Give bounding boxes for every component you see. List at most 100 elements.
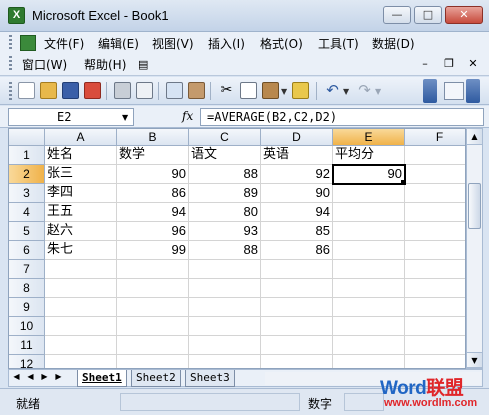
row-header-1[interactable]: 1: [9, 146, 45, 165]
print-preview-icon[interactable]: [136, 82, 153, 99]
column-header-e[interactable]: E: [333, 129, 405, 146]
cell-d2[interactable]: 92: [261, 165, 333, 184]
first-sheet-icon[interactable]: ◀: [12, 372, 21, 381]
cell-c2[interactable]: 88: [189, 165, 261, 184]
cell-a1[interactable]: 姓名: [45, 146, 117, 165]
cell-a7[interactable]: [45, 260, 117, 279]
doc-restore-button[interactable]: ❐: [442, 57, 456, 70]
cell-c12[interactable]: [189, 355, 261, 368]
research-icon[interactable]: [188, 82, 205, 99]
cell-d4[interactable]: 94: [261, 203, 333, 222]
cell-a12[interactable]: [45, 355, 117, 368]
cell-d5[interactable]: 85: [261, 222, 333, 241]
cell-e11[interactable]: [333, 336, 405, 355]
column-header-c[interactable]: C: [189, 129, 261, 146]
cut-icon[interactable]: ✂: [218, 82, 235, 99]
column-header-a[interactable]: A: [45, 129, 117, 146]
cell-c10[interactable]: [189, 317, 261, 336]
menubar-grip[interactable]: [9, 35, 12, 51]
cell-a11[interactable]: [45, 336, 117, 355]
excel-app-icon[interactable]: X: [8, 7, 25, 24]
cell-b11[interactable]: [117, 336, 189, 355]
menu-edit[interactable]: 编辑(E): [98, 35, 139, 53]
fill-handle[interactable]: [401, 180, 406, 185]
cell-b6[interactable]: 99: [117, 241, 189, 260]
paste-icon[interactable]: [262, 82, 279, 99]
next-sheet-icon[interactable]: ▶: [40, 372, 49, 381]
cell-a6[interactable]: 朱七: [45, 241, 117, 260]
cell-d7[interactable]: [261, 260, 333, 279]
paste-dropdown-icon[interactable]: ▼: [281, 87, 287, 96]
copy-icon[interactable]: [240, 82, 257, 99]
row-header-3[interactable]: 3: [9, 184, 45, 203]
undo-icon[interactable]: ↶: [324, 82, 341, 99]
row-header-6[interactable]: 6: [9, 241, 45, 260]
permission-icon[interactable]: [84, 82, 101, 99]
toolbar-options-icon[interactable]: [423, 79, 437, 103]
column-header-f[interactable]: F: [405, 129, 465, 146]
cell-f9[interactable]: [405, 298, 465, 317]
column-header-d[interactable]: D: [261, 129, 333, 146]
select-all-button[interactable]: [9, 129, 45, 146]
cell-c11[interactable]: [189, 336, 261, 355]
row-header-10[interactable]: 10: [9, 317, 45, 336]
cell-b4[interactable]: 94: [117, 203, 189, 222]
document-icon[interactable]: [20, 35, 36, 51]
cell-d12[interactable]: [261, 355, 333, 368]
cell-b8[interactable]: [117, 279, 189, 298]
vertical-scrollbar[interactable]: ▲ ▼: [466, 128, 483, 369]
cell-a9[interactable]: [45, 298, 117, 317]
cell-f8[interactable]: [405, 279, 465, 298]
insert-function-icon[interactable]: fx: [182, 109, 193, 123]
doc-minimize-button[interactable]: –: [418, 57, 432, 70]
cell-f6[interactable]: [405, 241, 465, 260]
row-header-8[interactable]: 8: [9, 279, 45, 298]
cell-c6[interactable]: 88: [189, 241, 261, 260]
name-box[interactable]: E2: [8, 108, 134, 126]
name-box-dropdown-icon[interactable]: ▼: [122, 113, 128, 122]
menu-insert[interactable]: 插入(I): [208, 35, 245, 53]
cell-e1[interactable]: 平均分: [333, 146, 405, 165]
cell-b9[interactable]: [117, 298, 189, 317]
maximize-button[interactable]: □: [414, 6, 442, 24]
cell-c9[interactable]: [189, 298, 261, 317]
save-icon[interactable]: [62, 82, 79, 99]
scroll-thumb[interactable]: [468, 183, 481, 229]
row-header-7[interactable]: 7: [9, 260, 45, 279]
cell-b7[interactable]: [117, 260, 189, 279]
cell-f3[interactable]: [405, 184, 465, 203]
format-painter-icon[interactable]: [292, 82, 309, 99]
cell-e5[interactable]: [333, 222, 405, 241]
menu-window[interactable]: 窗口(W): [22, 56, 67, 74]
cell-b10[interactable]: [117, 317, 189, 336]
row-header-9[interactable]: 9: [9, 298, 45, 317]
redo-dropdown-icon[interactable]: ▼: [375, 87, 381, 96]
cell-f4[interactable]: [405, 203, 465, 222]
cell-a10[interactable]: [45, 317, 117, 336]
formula-input[interactable]: =AVERAGE(B2,C2,D2): [200, 108, 484, 126]
menu-data[interactable]: 数据(D): [372, 35, 415, 53]
cell-d11[interactable]: [261, 336, 333, 355]
close-button[interactable]: ✕: [445, 6, 483, 24]
prev-sheet-icon[interactable]: ◀: [26, 372, 35, 381]
menu-file[interactable]: 文件(F): [44, 35, 84, 53]
cell-e7[interactable]: [333, 260, 405, 279]
cell-e6[interactable]: [333, 241, 405, 260]
print-icon[interactable]: [114, 82, 131, 99]
cell-f12[interactable]: [405, 355, 465, 368]
cell-d3[interactable]: 90: [261, 184, 333, 203]
cell-a5[interactable]: 赵六: [45, 222, 117, 241]
cell-f7[interactable]: [405, 260, 465, 279]
sheet-tab-2[interactable]: Sheet2: [131, 370, 181, 387]
column-header-b[interactable]: B: [117, 129, 189, 146]
cell-f5[interactable]: [405, 222, 465, 241]
spelling-icon[interactable]: [166, 82, 183, 99]
row-header-11[interactable]: 11: [9, 336, 45, 355]
doc-close-button[interactable]: ✕: [466, 57, 480, 70]
cell-d10[interactable]: [261, 317, 333, 336]
menu-help[interactable]: 帮助(H): [84, 56, 126, 74]
toolbar-grip[interactable]: [9, 82, 12, 100]
cell-c7[interactable]: [189, 260, 261, 279]
new-icon[interactable]: [18, 82, 35, 99]
cell-d6[interactable]: 86: [261, 241, 333, 260]
